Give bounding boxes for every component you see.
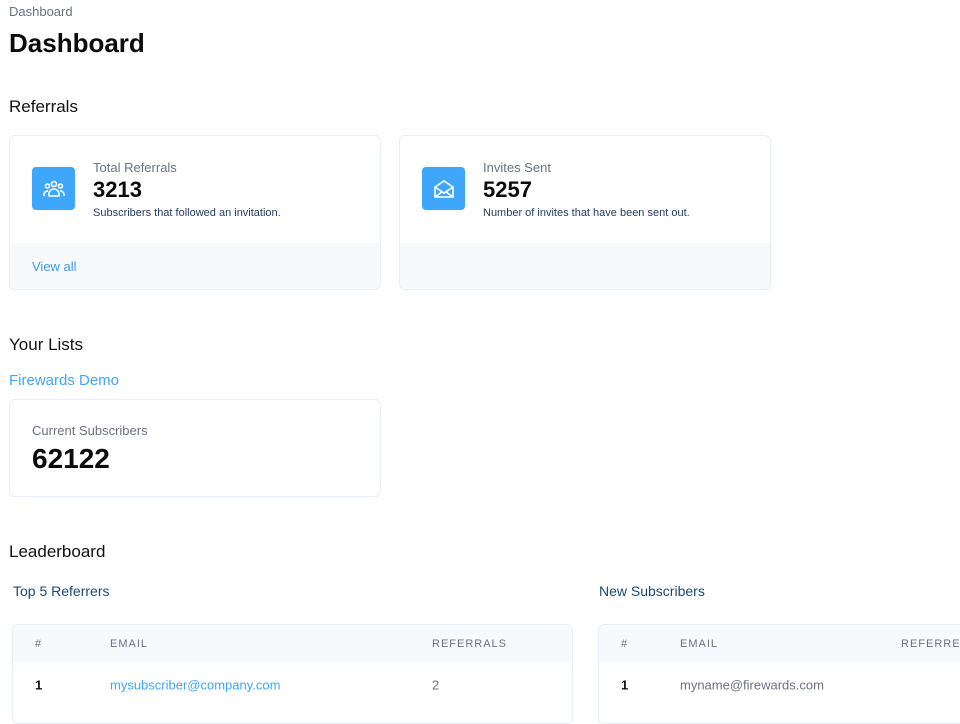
stat-value: 3213	[93, 177, 142, 202]
total-referrals-card: Total Referrals 3213 Subscribers that fo…	[9, 135, 381, 290]
rank-cell: 1	[621, 677, 629, 693]
stat-description: Subscribers that followed an invitation.	[93, 207, 281, 219]
table-row: 1 myname@firewards.com	[599, 662, 960, 708]
new-subscribers-title: New Subscribers	[599, 583, 705, 599]
list-name-link[interactable]: Firewards Demo	[9, 372, 119, 389]
column-header: REFERRALS	[432, 637, 508, 650]
column-header: #	[621, 637, 629, 650]
email-link[interactable]: mysubscriber@company.com	[110, 678, 280, 693]
table-header: # EMAIL REFERRED	[599, 625, 960, 662]
column-header: EMAIL	[110, 637, 149, 650]
stat-label: Total Referrals	[93, 160, 177, 175]
breadcrumb[interactable]: Dashboard	[9, 4, 73, 19]
table-row: 1 mysubscriber@company.com 2	[13, 662, 572, 708]
stat-description: Number of invites that have been sent ou…	[483, 207, 690, 219]
table-header: # EMAIL REFERRALS	[13, 625, 572, 662]
column-header: #	[35, 637, 43, 650]
lists-heading: Your Lists	[9, 335, 84, 354]
stat-label: Current Subscribers	[32, 423, 148, 438]
invites-sent-card: Invites Sent 5257 Number of invites that…	[399, 135, 771, 290]
current-subscribers-card: Current Subscribers 62122	[9, 399, 381, 497]
envelope-open-icon	[422, 167, 465, 210]
referrals-heading: Referrals	[9, 97, 78, 116]
card-footer	[400, 243, 770, 289]
email-cell: myname@firewards.com	[680, 677, 824, 693]
user-group-icon	[32, 167, 75, 210]
referrals-cell: 2	[432, 677, 440, 693]
leaderboard-heading: Leaderboard	[9, 542, 106, 561]
column-header: REFERRED	[901, 637, 960, 650]
new-subscribers-table: # EMAIL REFERRED 1 myname@firewards.com	[598, 624, 960, 724]
top-referrers-title: Top 5 Referrers	[13, 583, 110, 599]
stat-label: Invites Sent	[483, 160, 551, 175]
stat-value: 5257	[483, 177, 532, 202]
stat-value: 62122	[32, 443, 110, 474]
page-title: Dashboard	[9, 28, 145, 58]
view-all-link[interactable]: View all	[32, 259, 77, 274]
rank-cell: 1	[35, 677, 43, 693]
column-header: EMAIL	[680, 637, 719, 650]
top-referrers-table: # EMAIL REFERRALS 1 mysubscriber@company…	[12, 624, 573, 724]
